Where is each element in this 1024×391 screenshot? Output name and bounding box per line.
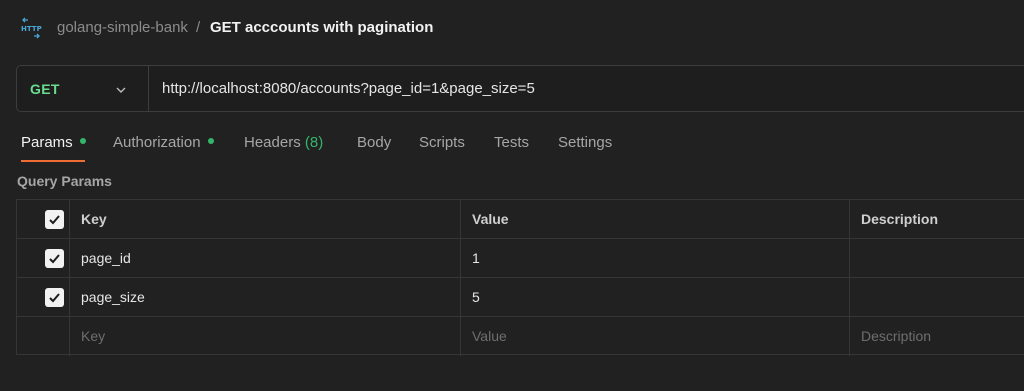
- description-cell[interactable]: [850, 278, 1024, 316]
- breadcrumb-separator: /: [196, 19, 201, 36]
- breadcrumb: HTTP golang-simple-bank / GET acccounts …: [0, 0, 1024, 56]
- method-label: GET: [30, 81, 60, 97]
- row-checkbox[interactable]: [45, 288, 64, 307]
- section-title: Query Params: [17, 173, 112, 189]
- tab-scripts[interactable]: Scripts: [419, 134, 465, 151]
- request-editor: HTTP golang-simple-bank / GET acccounts …: [0, 0, 1024, 391]
- select-all-checkbox[interactable]: [45, 210, 64, 229]
- column-label: Key: [81, 211, 107, 227]
- description-placeholder: Description: [861, 328, 932, 344]
- status-dot: [207, 138, 214, 145]
- column-label: Value: [472, 211, 509, 227]
- select-all-cell: [17, 200, 70, 238]
- tab-label: Headers: [244, 134, 301, 151]
- column-header-value: Value: [461, 200, 850, 238]
- breadcrumb-collection[interactable]: golang-simple-bank: [57, 19, 188, 36]
- params-table: Key Value Description page_id 1 page_siz…: [16, 199, 1024, 356]
- status-dot: [79, 138, 86, 145]
- new-param-row: Key Value Description: [17, 317, 1024, 356]
- column-label: Description: [861, 211, 939, 227]
- param-key: page_size: [81, 289, 145, 305]
- tab-settings[interactable]: Settings: [558, 134, 612, 151]
- row-check-cell: [17, 317, 70, 356]
- param-value: 5: [472, 289, 480, 305]
- url-input[interactable]: http://localhost:8080/accounts?page_id=1…: [162, 80, 535, 97]
- key-placeholder: Key: [81, 328, 106, 344]
- key-cell[interactable]: page_size: [70, 278, 461, 316]
- request-title[interactable]: GET acccounts with pagination: [210, 19, 433, 36]
- tab-tests[interactable]: Tests: [494, 134, 529, 151]
- value-input[interactable]: Value: [461, 317, 850, 356]
- row-check-cell: [17, 239, 70, 277]
- svg-text:HTTP: HTTP: [21, 25, 42, 33]
- param-key: page_id: [81, 250, 131, 266]
- http-icon: HTTP: [20, 17, 42, 39]
- table-header-row: Key Value Description: [17, 200, 1024, 239]
- tab-params[interactable]: Params: [21, 134, 86, 151]
- param-value: 1: [472, 250, 480, 266]
- value-cell[interactable]: 5: [461, 278, 850, 316]
- tab-authorization[interactable]: Authorization: [113, 134, 214, 151]
- key-input[interactable]: Key: [70, 317, 461, 356]
- method-select[interactable]: GET: [17, 66, 149, 111]
- active-tab-underline: [21, 160, 85, 162]
- tab-body[interactable]: Body: [357, 134, 391, 151]
- request-bar: GET http://localhost:8080/accounts?page_…: [16, 65, 1024, 112]
- row-check-cell: [17, 278, 70, 316]
- tab-label: Authorization: [113, 134, 201, 151]
- column-header-description: Description: [850, 200, 1024, 238]
- table-row: page_id 1: [17, 239, 1024, 278]
- tab-headers[interactable]: Headers (8): [244, 134, 323, 151]
- description-input[interactable]: Description: [850, 317, 1024, 356]
- row-checkbox[interactable]: [45, 249, 64, 268]
- request-tabs: Params Authorization Headers (8) Body Sc…: [0, 126, 1024, 166]
- tab-label: Params: [21, 134, 73, 151]
- description-cell[interactable]: [850, 239, 1024, 277]
- value-cell[interactable]: 1: [461, 239, 850, 277]
- key-cell[interactable]: page_id: [70, 239, 461, 277]
- value-placeholder: Value: [472, 328, 507, 344]
- chevron-down-icon: [115, 83, 127, 95]
- headers-count: (8): [304, 134, 324, 151]
- table-row: page_size 5: [17, 278, 1024, 317]
- column-header-key: Key: [70, 200, 461, 238]
